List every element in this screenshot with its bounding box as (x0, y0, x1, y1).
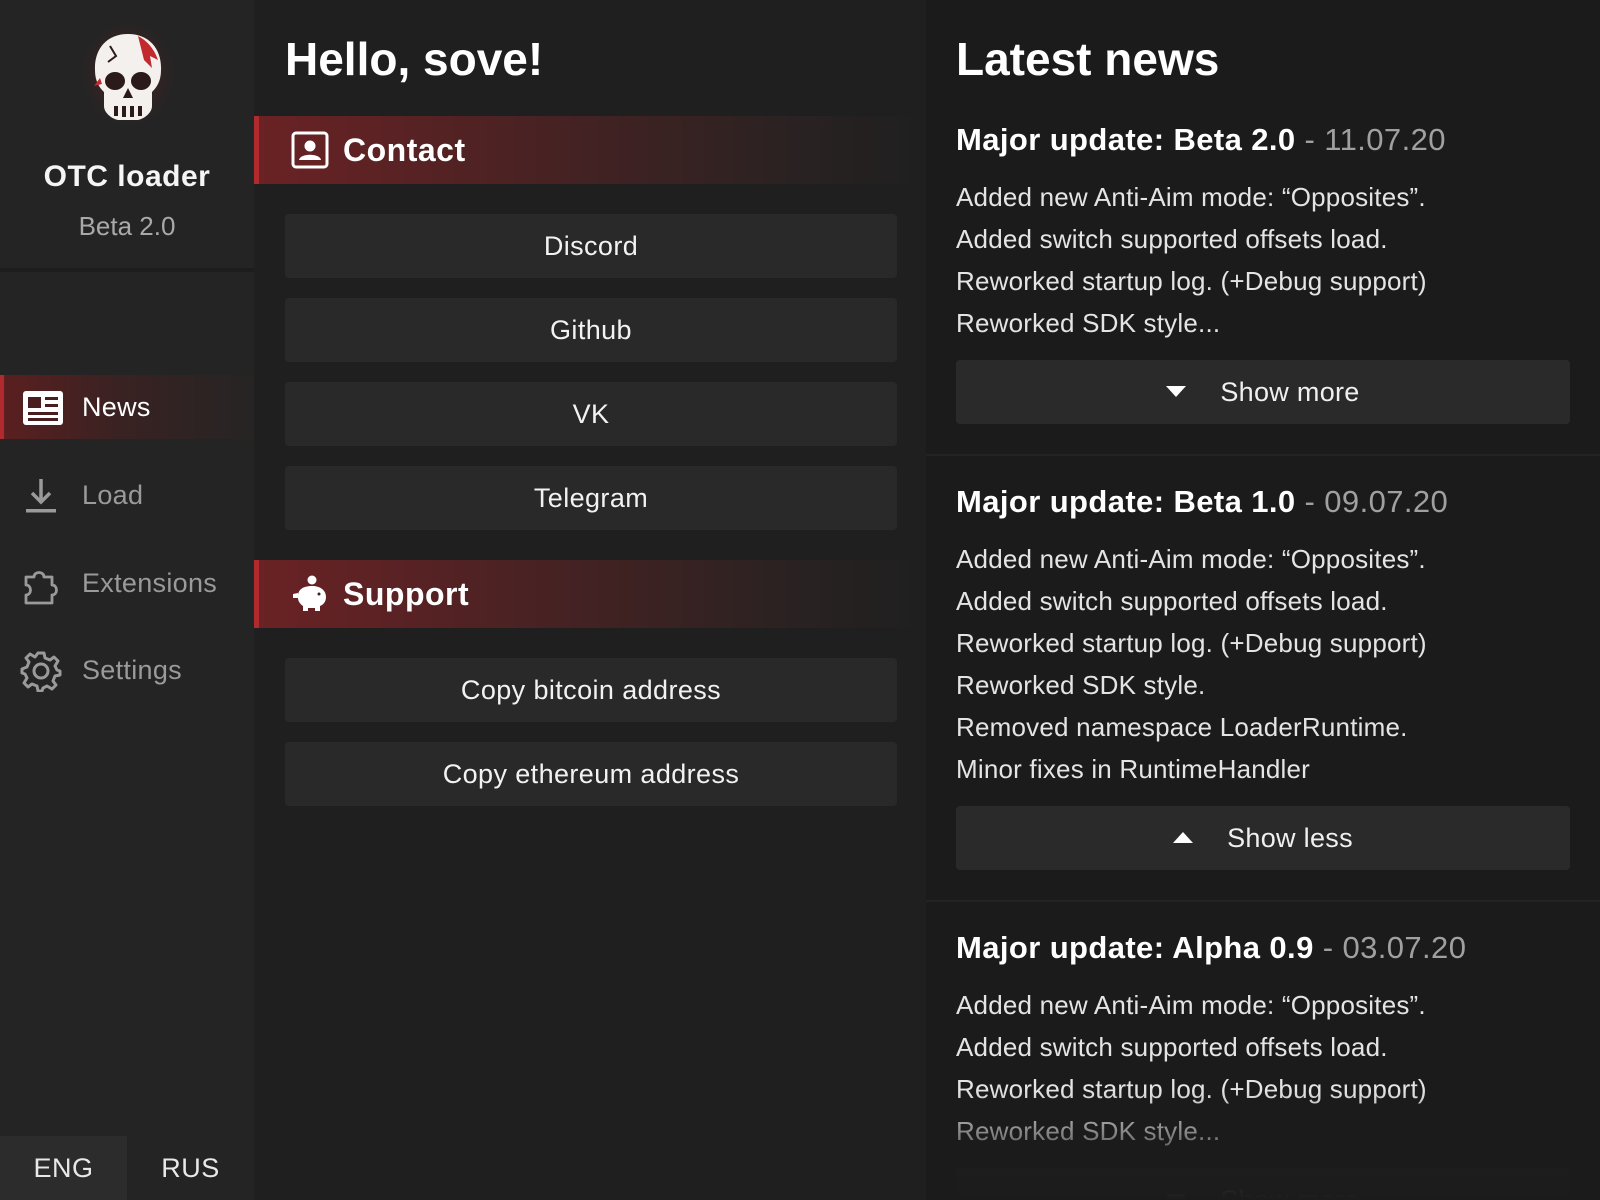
newspaper-icon (23, 391, 63, 425)
nav-label-news: News (82, 391, 151, 422)
show-more-button[interactable]: Show more (956, 360, 1570, 424)
news-heading: Latest news (956, 33, 1220, 85)
article-line: Reworked startup log. (+Debug support) (956, 1074, 1427, 1104)
article-date: - 11.07.20 (1295, 122, 1446, 157)
nav-item-settings[interactable]: Settings (0, 638, 254, 702)
show-less-button[interactable]: Show less (956, 806, 1570, 870)
caret-down-icon (1166, 1194, 1187, 1200)
caret-down-icon (1166, 386, 1187, 397)
nav-item-extensions[interactable]: Extensions (0, 551, 254, 615)
article-date: - 09.07.20 (1295, 484, 1449, 519)
app-version: Beta 2.0 (78, 211, 176, 241)
article-line: Added new Anti-Aim mode: “Opposites”. (956, 182, 1426, 212)
copy-bitcoin-button[interactable]: Copy bitcoin address (285, 658, 897, 722)
show-more-label: Show more (1220, 376, 1360, 407)
article-line: Added switch supported offsets load. (956, 586, 1388, 616)
support-section-header: Support (254, 560, 926, 628)
github-button[interactable]: Github (285, 298, 897, 362)
article-line: Removed namespace LoaderRuntime. (956, 712, 1408, 742)
article-title-text: Major update: Beta 1.0 (956, 484, 1296, 519)
sidebar: OTC loader Beta 2.0 News Load Extensions (0, 0, 254, 1200)
article-line: Reworked startup log. (+Debug support) (956, 628, 1427, 658)
language-eng-button[interactable]: ENG (0, 1136, 127, 1200)
download-icon (26, 479, 56, 513)
nav-label-load: Load (82, 479, 144, 510)
article-line: Reworked SDK style... (956, 308, 1221, 338)
greeting-title: Hello, sove! (285, 33, 544, 85)
contact-section-header: Contact (254, 116, 926, 184)
article-line: Reworked startup log. (+Debug support) (956, 266, 1427, 296)
app-title: OTC loader (43, 160, 211, 193)
copy-ethereum-button[interactable]: Copy ethereum address (285, 742, 897, 806)
brand-block: OTC loader Beta 2.0 (0, 0, 254, 272)
contact-card-icon (291, 131, 329, 169)
article-line: Minor fixes in RuntimeHandler (956, 754, 1311, 784)
article-title: Major update: Beta 1.0 - 09.07.20 (956, 484, 1448, 520)
vk-button[interactable]: VK (285, 382, 897, 446)
article-line: Reworked SDK style... (956, 1116, 1221, 1146)
puzzle-icon (24, 571, 58, 605)
nav-item-load[interactable]: Load (0, 463, 254, 527)
support-section-title: Support (343, 576, 470, 612)
discord-button[interactable]: Discord (285, 214, 897, 278)
article-line: Reworked SDK style. (956, 670, 1206, 700)
skull-logo-icon (80, 26, 176, 132)
gear-icon (20, 651, 62, 692)
nav-label-extensions: Extensions (82, 567, 218, 598)
language-rus-button[interactable]: RUS (127, 1136, 254, 1200)
piggy-bank-icon (293, 575, 326, 611)
article-line: Added switch supported offsets load. (956, 224, 1388, 254)
article-line: Added new Anti-Aim mode: “Opposites”. (956, 990, 1426, 1020)
show-more-label: Show more (1220, 1184, 1360, 1200)
nav-item-news[interactable]: News (0, 375, 254, 439)
article-title: Major update: Alpha 0.9 - 03.07.20 (956, 930, 1466, 966)
show-less-label: Show less (1227, 822, 1353, 853)
article-title-text: Major update: Beta 2.0 (956, 122, 1296, 157)
article-line: Added new Anti-Aim mode: “Opposites”. (956, 544, 1426, 574)
caret-up-icon (1173, 832, 1194, 843)
news-panel: Latest news Major update: Beta 2.0 - 11.… (926, 0, 1600, 1200)
article-divider (926, 454, 1600, 456)
nav-label-settings: Settings (82, 654, 182, 685)
article-title-text: Major update: Alpha 0.9 (956, 930, 1314, 965)
show-more-button[interactable]: Show more (956, 1168, 1570, 1200)
article-line: Added switch supported offsets load. (956, 1032, 1388, 1062)
main-panel: Hello, sove! Contact Discord Github VK T… (254, 0, 926, 1200)
article-divider (926, 900, 1600, 902)
contact-section-title: Contact (343, 132, 466, 168)
article-title: Major update: Beta 2.0 - 11.07.20 (956, 122, 1446, 158)
article-date: - 03.07.20 (1313, 930, 1467, 965)
telegram-button[interactable]: Telegram (285, 466, 897, 530)
